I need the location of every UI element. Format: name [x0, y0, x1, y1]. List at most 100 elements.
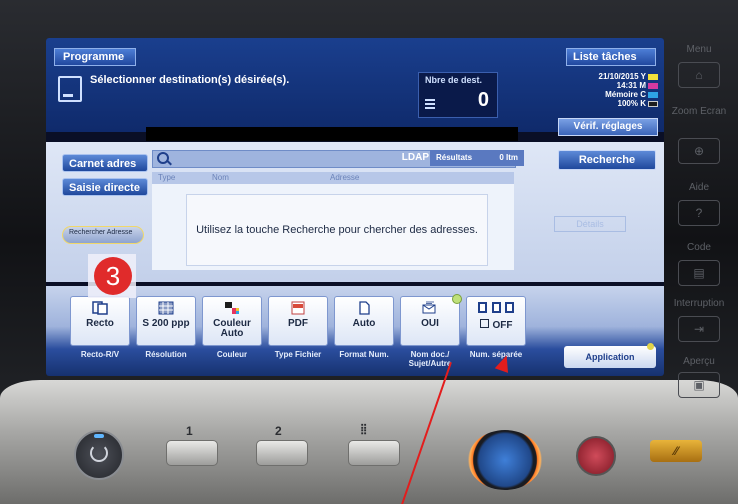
duplex-button[interactable]: Recto — [70, 296, 130, 346]
search-icon — [157, 152, 169, 164]
key-1-label: 1 — [186, 424, 193, 438]
column-type: Type — [158, 173, 176, 182]
document-name-value: OUI — [421, 318, 439, 329]
file-type-button[interactable]: PDF — [268, 296, 328, 346]
document-scan-icon — [58, 76, 82, 102]
step-number-badge: 3 — [94, 257, 132, 295]
toner-k-label: K — [640, 99, 646, 108]
document-name-label: Nom doc./ Sujet/Autre — [408, 350, 452, 368]
message-area: Sélectionner destination(s) désirée(s). — [54, 70, 414, 118]
results-box: Résultats 0 Itm — [430, 150, 524, 166]
application-button[interactable]: Application — [564, 343, 656, 368]
reset-button[interactable]: ⁄⁄ — [650, 440, 702, 462]
checkbox-icon — [479, 319, 489, 328]
power-icon — [90, 444, 108, 462]
toner-m-icon — [648, 82, 658, 89]
document-name-button[interactable]: OUI — [400, 294, 462, 346]
results-label: Résultats — [436, 153, 473, 162]
results-table-header: Type Nom Adresse — [152, 172, 514, 184]
duplex-value: Recto — [86, 318, 114, 329]
toner-k-icon — [648, 100, 658, 107]
mail-icon — [422, 301, 436, 314]
status-panel: 21/10/2015 Y 14:31 M Mémoire C 100% K — [546, 72, 658, 108]
code-key[interactable]: ▤ — [678, 260, 720, 286]
preview-key[interactable]: ▣ — [678, 372, 720, 398]
ldap-label: LDAP — [401, 152, 429, 163]
resolution-icon — [158, 301, 174, 315]
color-label: Couleur — [216, 350, 248, 359]
application-label: Application — [585, 352, 635, 362]
toner-y-label: Y — [640, 72, 646, 81]
dest-value: 0 — [477, 89, 489, 111]
key-1[interactable] — [166, 440, 218, 466]
zoom-label: Zoom Ecran — [671, 106, 727, 117]
job-list-tab[interactable]: Liste tâches — [566, 48, 656, 66]
resolution-value: S 200 ppp — [142, 318, 190, 329]
memory-label: Mémoire — [605, 90, 638, 99]
scan-size-value: Auto — [352, 318, 376, 329]
interruption-label: Interruption — [673, 298, 725, 309]
file-type-label: Type Fichier — [274, 350, 322, 359]
page-icon — [359, 301, 370, 315]
pdf-icon — [291, 301, 305, 315]
check-settings-button[interactable]: Vérif. réglages — [558, 118, 658, 136]
stop-button[interactable] — [576, 436, 616, 476]
destination-counter: Nbre de dest. 0 — [418, 72, 498, 118]
code-label: Code — [687, 242, 711, 253]
resolution-label: Résolution — [145, 350, 187, 359]
color-icon — [225, 302, 239, 314]
address-book-button[interactable]: Carnet adres — [62, 154, 148, 172]
duplex-icon — [92, 301, 108, 315]
preview-label: Aperçu — [683, 356, 715, 367]
search-button[interactable]: Recherche — [558, 150, 656, 170]
direct-input-button[interactable]: Saisie directe — [62, 178, 148, 196]
toner-c-icon — [648, 91, 658, 98]
power-button[interactable] — [74, 430, 124, 480]
separate-scan-button[interactable]: OFF — [466, 296, 526, 346]
toner-m-label: M — [639, 81, 646, 90]
keypad-key[interactable] — [348, 440, 400, 466]
header-bar: Programme Liste tâches Sélectionner dest… — [46, 38, 664, 136]
setting-changed-dot — [452, 294, 462, 304]
status-message: Sélectionner destination(s) désirée(s). — [90, 74, 290, 86]
key-2-label: 2 — [275, 424, 282, 438]
scan-size-label: Format Num. — [339, 350, 389, 359]
power-led — [94, 434, 104, 438]
details-button[interactable]: Détails — [554, 216, 626, 232]
memory-value: 100% — [617, 99, 638, 108]
column-address: Adresse — [330, 173, 360, 182]
separate-scan-state: OFF — [492, 320, 513, 331]
touch-screen: Programme Liste tâches Sélectionner dest… — [46, 38, 664, 376]
application-indicator — [647, 343, 654, 350]
program-tab[interactable]: Programme — [54, 48, 136, 66]
zoom-key[interactable]: ⊕ — [678, 138, 720, 164]
search-address-button[interactable]: Rechercher Adresse — [62, 226, 144, 244]
destination-entry-bar — [146, 127, 518, 141]
keypad-icon-label: ⣿ — [360, 424, 368, 435]
toner-y-icon — [648, 73, 658, 80]
search-hint-message: Utilisez la touche Recherche pour cherch… — [186, 194, 488, 266]
separate-scan-value: OFF — [467, 319, 525, 331]
menu-label: Menu — [686, 44, 712, 55]
help-label: Aide — [688, 182, 709, 193]
menu-key[interactable]: ⌂ — [678, 62, 720, 88]
results-value: 0 Itm — [499, 153, 518, 162]
date: 21/10/2015 — [598, 72, 639, 81]
color-button[interactable]: Couleur Auto — [202, 296, 262, 346]
scan-size-button[interactable]: Auto — [334, 296, 394, 346]
dest-label: Nbre de dest. — [425, 75, 483, 85]
resolution-button[interactable]: S 200 ppp — [136, 296, 196, 346]
key-2[interactable] — [256, 440, 308, 466]
help-key[interactable]: ? — [678, 200, 720, 226]
separate-scan-label: Num. séparée — [469, 350, 523, 359]
time: 14:31 — [616, 81, 638, 90]
file-type-value: PDF — [288, 318, 308, 329]
address-search-panel: Carnet adres Saisie directe Rechercher A… — [46, 142, 664, 282]
keypad-icon — [425, 99, 435, 109]
toner-c-label: C — [640, 90, 646, 99]
column-name: Nom — [212, 173, 229, 182]
interruption-key[interactable]: ⇥ — [678, 316, 720, 342]
duplex-label: Recto-R/V — [80, 350, 120, 359]
start-button[interactable] — [468, 430, 542, 490]
color-value: Couleur Auto — [213, 318, 251, 339]
